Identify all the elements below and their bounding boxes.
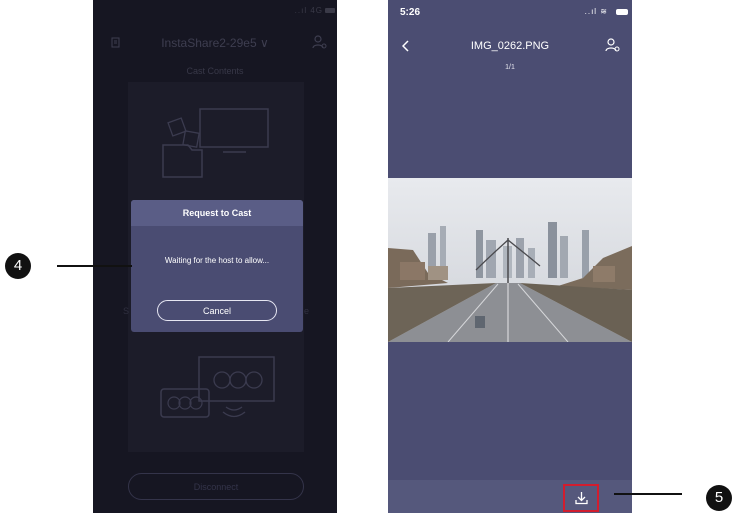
callout-5-leader	[614, 493, 682, 495]
battery-icon	[325, 8, 335, 13]
right-side-text: e	[304, 306, 310, 316]
request-to-cast-dialog: Request to Cast Waiting for the host to …	[131, 200, 303, 332]
signal-indicator: ..ıl 4G	[294, 6, 323, 15]
nav-bar: IMG_0262.PNG	[388, 34, 632, 58]
image-counter: 1/1	[505, 64, 515, 71]
callout-4-leader	[57, 265, 132, 267]
download-button[interactable]	[563, 484, 599, 512]
user-settings-icon[interactable]	[311, 34, 327, 50]
device-name: InstaShare2-29e5	[161, 36, 257, 50]
cast-contents-label: Cast Contents	[186, 66, 244, 76]
status-time: 5:26	[400, 7, 421, 18]
disconnect-button[interactable]: Disconnect	[128, 473, 304, 500]
battery-icon	[616, 9, 628, 15]
left-side-text: S	[123, 306, 130, 316]
chevron-down-icon: ∨	[259, 36, 269, 50]
user-settings-icon[interactable]	[604, 37, 620, 53]
left-phone-screen: ..ıl 4G InstaShare2-29e5 ∨ Cast Contents	[93, 0, 337, 513]
status-bar: 5:26 ..ıl ≋	[388, 0, 632, 24]
download-icon	[575, 492, 588, 505]
dialog-title: Request to Cast	[131, 200, 303, 226]
right-phone-screen: 5:26 ..ıl ≋ IMG_0262.PNG 1/1	[388, 0, 632, 513]
highway-photo	[388, 178, 632, 342]
status-bar: ..ıl 4G	[93, 0, 337, 22]
nav-bar: InstaShare2-29e5 ∨	[93, 30, 337, 56]
device-selector[interactable]: InstaShare2-29e5 ∨	[93, 36, 337, 50]
cancel-button[interactable]: Cancel	[157, 300, 277, 321]
callout-5: 5	[706, 485, 732, 511]
file-title: IMG_0262.PNG	[470, 40, 550, 52]
callout-4: 4	[5, 253, 31, 279]
dialog-message: Waiting for the host to allow...	[164, 256, 270, 265]
signal-wifi-indicator: ..ıl ≋	[584, 7, 608, 16]
photo-preview[interactable]	[388, 178, 632, 342]
